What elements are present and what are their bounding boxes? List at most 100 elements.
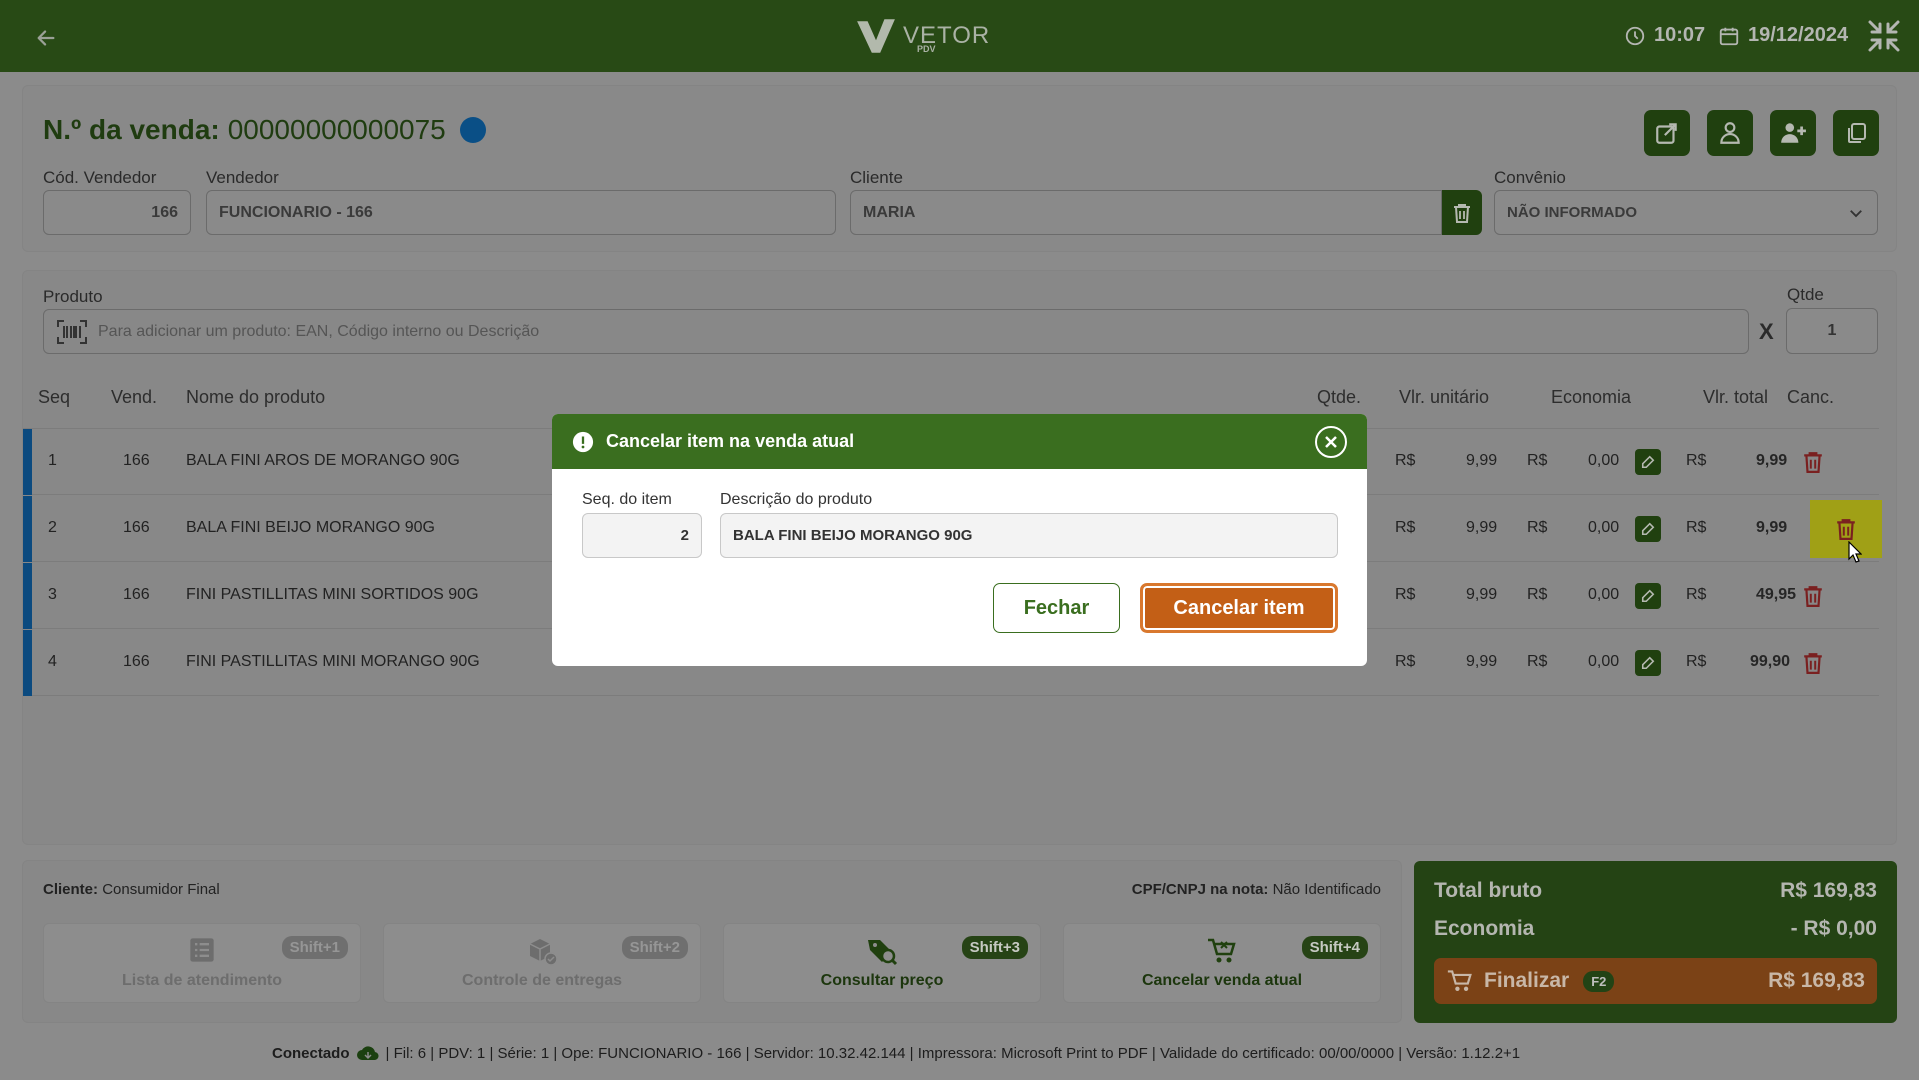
product-desc-field[interactable]: BALA FINI BEIJO MORANGO 90G xyxy=(720,513,1338,558)
qty-label: Qtde xyxy=(1787,285,1824,304)
shortcut-price-check[interactable]: Shift+3 Consultar preço xyxy=(723,923,1041,1003)
agreement-label: Convênio xyxy=(1494,168,1566,187)
add-user-button[interactable] xyxy=(1770,110,1816,156)
seller-field[interactable]: FUNCIONARIO - 166 xyxy=(206,190,836,235)
row-unit-price: 9,99 xyxy=(1466,452,1498,469)
mouse-cursor-icon xyxy=(1848,541,1862,563)
shortcut-key: Shift+4 xyxy=(1301,936,1368,959)
shortcut-service-list[interactable]: Shift+1 Lista de atendimento xyxy=(43,923,361,1003)
edit-economy-button[interactable] xyxy=(1635,516,1661,542)
agreement-select[interactable]: NÃO INFORMADO xyxy=(1494,190,1878,235)
edit-icon xyxy=(1641,589,1655,603)
share-icon xyxy=(1656,123,1677,144)
agreement-value: NÃO INFORMADO xyxy=(1507,204,1637,221)
times-sign: X xyxy=(1759,319,1774,344)
row-unit-currency: R$ xyxy=(1395,586,1416,603)
col-unit-price: Vlr. unitário xyxy=(1399,387,1490,407)
qty-input[interactable]: 1 xyxy=(1786,308,1878,354)
date-text: 19/12/2024 xyxy=(1748,24,1849,46)
delete-item-button[interactable] xyxy=(1777,433,1849,491)
row-total-currency: R$ xyxy=(1686,519,1707,536)
trash-icon xyxy=(1837,519,1855,540)
gross-total-label: Total bruto xyxy=(1434,879,1543,902)
cart-icon xyxy=(1447,970,1472,991)
actions-card: Cliente: Consumidor Final CPF/CNPJ na no… xyxy=(22,860,1402,1023)
cpf-label: CPF/CNPJ na nota: xyxy=(1131,881,1269,898)
dialog-close-button[interactable] xyxy=(1315,425,1347,458)
row-economy: 0,00 xyxy=(1588,452,1620,469)
item-seq-field[interactable]: 2 xyxy=(582,513,702,558)
row-unit-price: 9,99 xyxy=(1466,653,1498,670)
col-vend: Vend. xyxy=(111,387,158,407)
delete-item-button[interactable] xyxy=(1777,567,1849,625)
calendar-icon xyxy=(1719,27,1739,45)
row-vend: 166 xyxy=(123,586,150,603)
row-stripe xyxy=(23,563,32,629)
connection-status: Conectado xyxy=(272,1044,350,1062)
exit-fullscreen-button[interactable] xyxy=(1866,18,1902,54)
confirm-cancel-item-button[interactable]: Cancelar item xyxy=(1140,583,1338,633)
dialog-header: Cancelar item na venda atual xyxy=(552,414,1367,469)
finalize-key: F2 xyxy=(1583,970,1615,992)
row-economy-currency: R$ xyxy=(1527,653,1548,670)
col-cancel: Canc. xyxy=(1787,387,1835,407)
back-button[interactable] xyxy=(28,20,64,56)
row-unit-currency: R$ xyxy=(1395,452,1416,469)
alert-icon xyxy=(572,431,594,452)
row-total: 9,99 xyxy=(1756,519,1788,536)
shortcut-label: Cancelar venda atual xyxy=(1141,972,1303,989)
shortcut-cancel-sale[interactable]: Shift+4 Cancelar venda atual xyxy=(1063,923,1381,1003)
sale-title-label: N.º da venda: xyxy=(43,114,220,145)
collapse-icon xyxy=(1868,20,1900,52)
edit-economy-button[interactable] xyxy=(1635,583,1661,609)
row-vend: 166 xyxy=(123,519,150,536)
close-button[interactable]: Fechar xyxy=(993,583,1120,633)
row-stripe xyxy=(23,496,32,562)
client-field[interactable]: MARIA xyxy=(850,190,1442,235)
item-seq-label: Seq. do item xyxy=(582,491,672,508)
logo-check-icon xyxy=(857,19,895,53)
row-stripe xyxy=(23,630,32,696)
copy-button[interactable] xyxy=(1833,110,1879,156)
shortcut-label: Controle de entregas xyxy=(461,972,623,989)
shortcut-deliveries[interactable]: Shift+2 Controle de entregas xyxy=(383,923,701,1003)
product-search-input[interactable]: Para adicionar um produto: EAN, Código i… xyxy=(43,309,1749,354)
clock: 10:07 xyxy=(1624,24,1705,47)
finalize-button[interactable]: Finalizar F2 R$ 169,83 xyxy=(1434,958,1877,1004)
seller-code-field[interactable]: 166 xyxy=(43,190,191,235)
row-stripe xyxy=(23,429,32,495)
economy-value: - R$ 0,00 xyxy=(1790,917,1877,940)
row-unit-currency: R$ xyxy=(1395,653,1416,670)
remove-client-button[interactable] xyxy=(1442,190,1482,235)
row-economy-currency: R$ xyxy=(1527,586,1548,603)
close-icon xyxy=(1325,435,1337,448)
col-economy: Economia xyxy=(1551,387,1632,407)
status-info: | Fil: 6 | PDV: 1 | Série: 1 | Ope: FUNC… xyxy=(385,1044,1521,1062)
share-button[interactable] xyxy=(1644,110,1690,156)
row-total-currency: R$ xyxy=(1686,653,1707,670)
row-total-currency: R$ xyxy=(1686,452,1707,469)
delete-item-button-hovered[interactable] xyxy=(1810,500,1882,558)
client-card-button[interactable] xyxy=(1707,110,1753,156)
status-dot xyxy=(459,117,486,143)
cancel-item-dialog: Cancelar item na venda atual Seq. do ite… xyxy=(552,414,1367,666)
finalize-total: R$ 169,83 xyxy=(1768,969,1865,992)
list-icon xyxy=(190,938,214,962)
row-economy: 0,00 xyxy=(1588,653,1620,670)
top-bar: VETOR PDV 10:07 19/12/2024 xyxy=(0,0,1919,72)
row-seq: 1 xyxy=(48,452,57,469)
clock-time: 10:07 xyxy=(1654,24,1706,46)
row-economy-currency: R$ xyxy=(1527,452,1548,469)
vetor-logo: VETOR PDV xyxy=(855,14,990,58)
delete-item-button[interactable] xyxy=(1777,634,1849,692)
edit-icon xyxy=(1641,455,1655,469)
row-seq: 3 xyxy=(48,586,57,603)
col-seq: Seq xyxy=(38,387,71,407)
edit-economy-button[interactable] xyxy=(1635,449,1661,475)
row-seq: 2 xyxy=(48,519,57,536)
edit-economy-button[interactable] xyxy=(1635,650,1661,676)
col-total: Vlr. total xyxy=(1703,387,1769,407)
product-search-placeholder: Para adicionar um produto: EAN, Código i… xyxy=(98,322,540,340)
gross-total-value: R$ 169,83 xyxy=(1780,879,1877,902)
sale-header-card: N.º da venda: 00000000000075 Cód. Vended… xyxy=(22,85,1897,252)
